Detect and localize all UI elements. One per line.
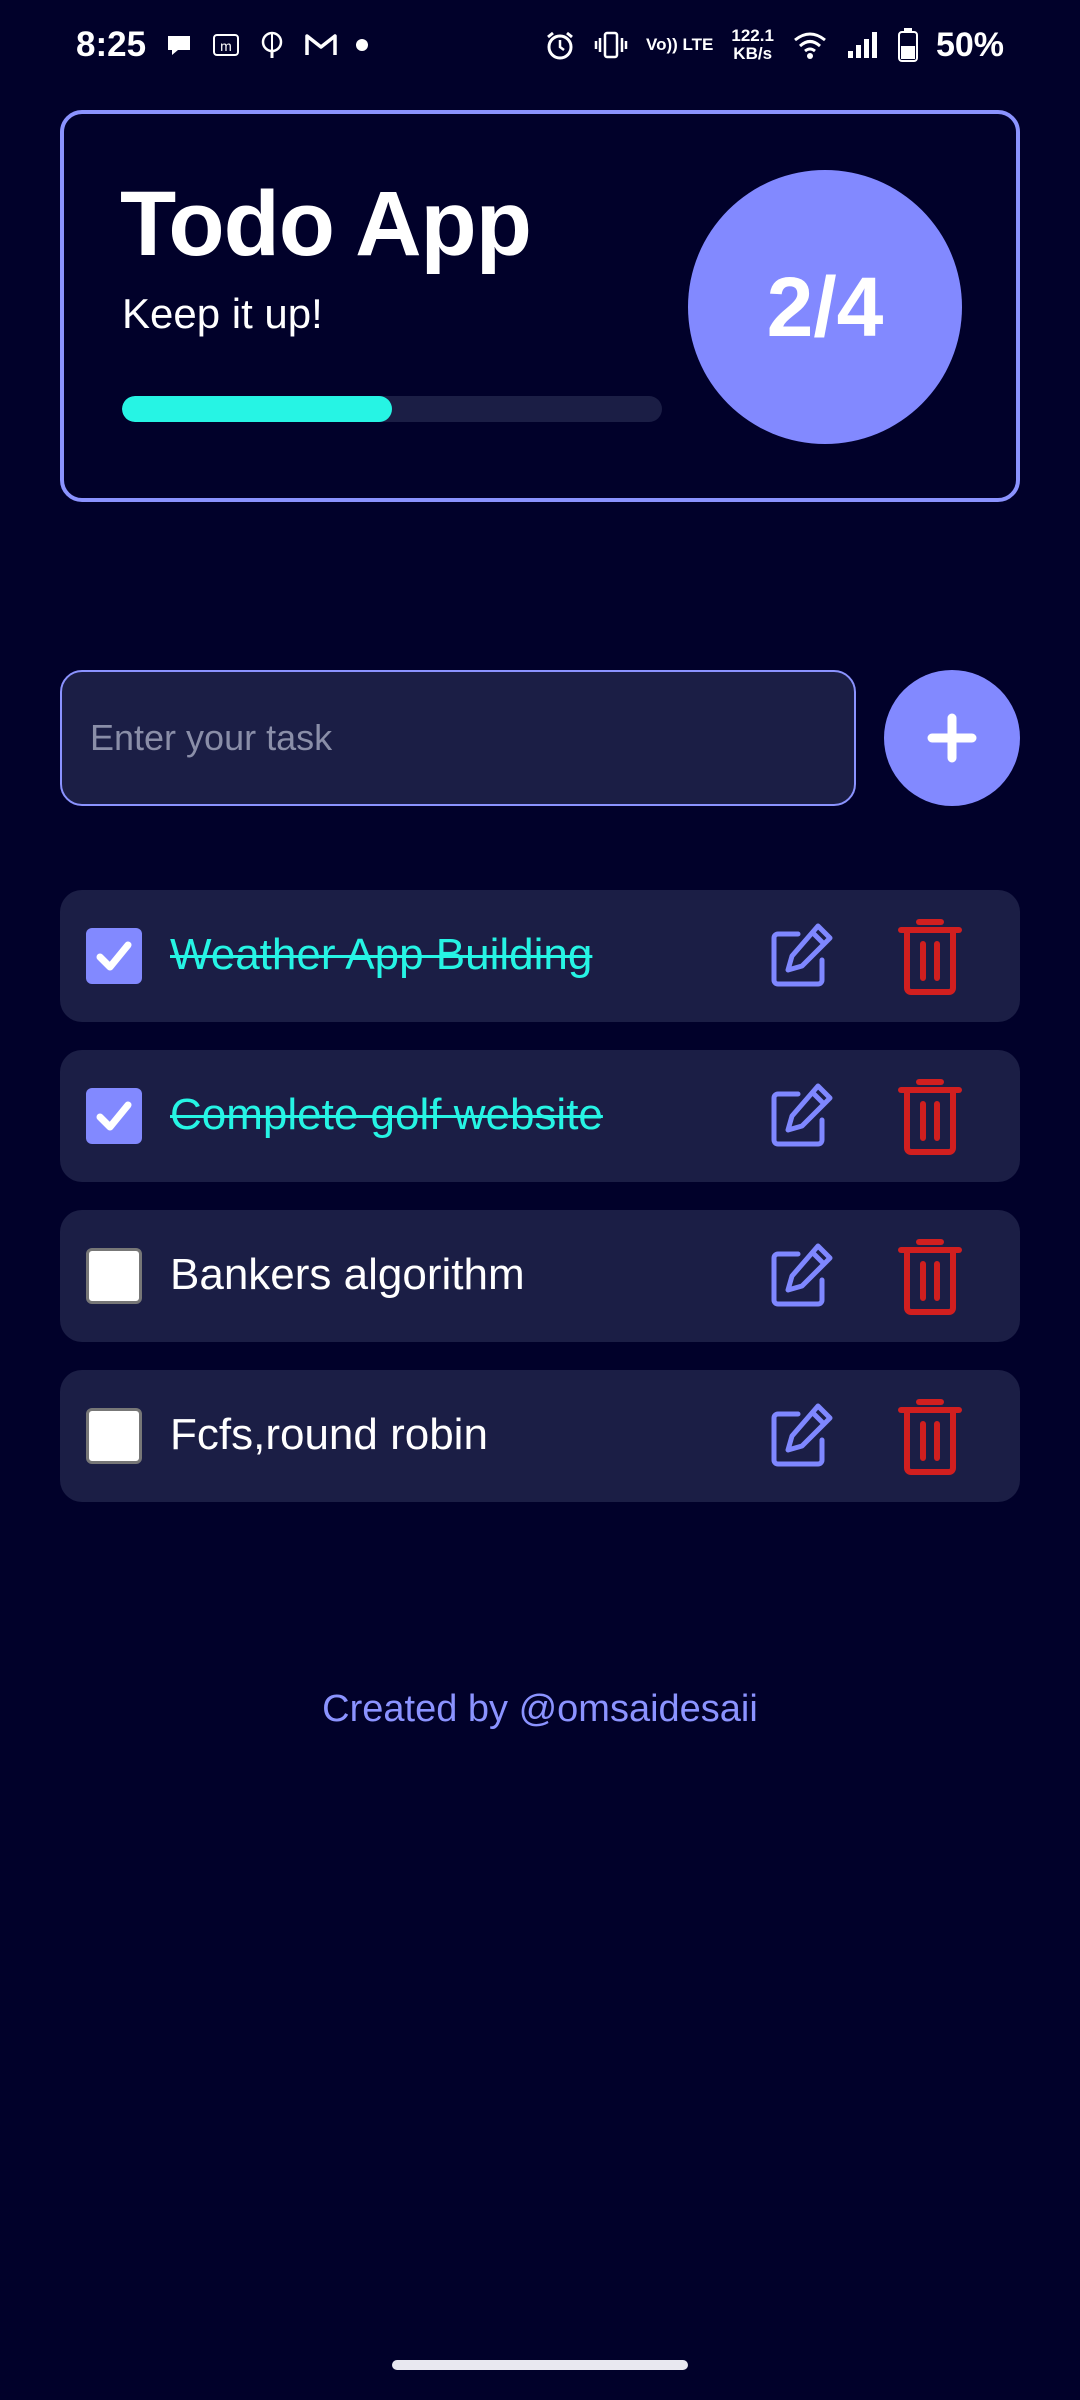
speed-unit: KB/s: [733, 44, 773, 63]
status-bar-right: Vo)) LTE 122.1 KB/s 50%: [544, 26, 1004, 65]
svg-text:m: m: [220, 38, 232, 54]
task-checkbox[interactable]: [86, 1248, 142, 1304]
edit-task-button[interactable]: [760, 1076, 840, 1156]
notification-dot-icon: [356, 39, 369, 51]
edit-icon: [771, 1243, 833, 1307]
chat-bubble-icon: [164, 30, 194, 60]
battery-percent: 50%: [935, 25, 1004, 64]
speed-value: 122.1: [731, 26, 774, 45]
app-title: Todo App: [120, 173, 532, 275]
battery-icon: [897, 28, 918, 62]
plus-icon: [927, 713, 977, 763]
task-text: Fcfs,round robin: [170, 1410, 488, 1459]
task-text: Weather App Building: [170, 930, 593, 979]
delete-task-button[interactable]: [894, 1392, 966, 1480]
progress-bar-fill: [122, 396, 392, 422]
add-task-button[interactable]: [884, 670, 1020, 806]
checkmark-icon: [96, 1101, 132, 1131]
vibrate-icon: [594, 30, 628, 60]
task-checkbox[interactable]: [86, 1088, 142, 1144]
edit-task-button[interactable]: [760, 1236, 840, 1316]
task-item-2: Complete golf website: [60, 1050, 1020, 1182]
footer-credit: Created by @omsaidesaii: [322, 1688, 758, 1730]
trash-icon: [898, 1239, 962, 1315]
task-checkbox[interactable]: [86, 1408, 142, 1464]
status-time: 8:25: [76, 25, 147, 64]
trash-icon: [898, 919, 962, 995]
volte-icon: Vo)) LTE: [646, 36, 713, 54]
network-speed: 122.1 KB/s: [731, 27, 774, 63]
status-bar-left: 8:25 m: [76, 25, 369, 65]
todo-screen: 8:25 m Vo)) LTE 122.1 KB/s 50% Todo App …: [0, 0, 1080, 2400]
volte-label: Vo)) LTE: [646, 35, 714, 54]
trash-icon: [898, 1399, 962, 1475]
alarm-icon: [544, 29, 576, 61]
status-bar: 8:25 m Vo)) LTE 122.1 KB/s 50%: [0, 0, 1080, 90]
task-text: Bankers algorithm: [170, 1250, 525, 1299]
trash-icon: [898, 1079, 962, 1155]
task-item-4: Fcfs,round robin: [60, 1370, 1020, 1502]
m-app-icon: m: [212, 31, 240, 59]
edit-task-button[interactable]: [760, 916, 840, 996]
delete-task-button[interactable]: [894, 1232, 966, 1320]
gmail-icon: [304, 32, 338, 58]
edit-task-button[interactable]: [760, 1396, 840, 1476]
checkmark-icon: [96, 941, 132, 971]
task-item-3: Bankers algorithm: [60, 1210, 1020, 1342]
signal-icon: [846, 30, 880, 60]
wifi-icon: [792, 30, 828, 60]
edit-icon: [771, 1083, 833, 1147]
edit-icon: [771, 923, 833, 987]
delete-task-button[interactable]: [894, 912, 966, 1000]
progress-bar: [122, 396, 662, 422]
task-text: Complete golf website: [170, 1090, 603, 1139]
app-subtitle: Keep it up!: [122, 290, 323, 337]
task-checkbox[interactable]: [86, 928, 142, 984]
progress-card: Todo App Keep it up! 2/4: [60, 110, 1020, 502]
task-item-1: Weather App Building: [60, 890, 1020, 1022]
task-input[interactable]: [60, 670, 856, 806]
task-list: Weather App Building Complete golf websi…: [60, 890, 1020, 1530]
edit-icon: [771, 1403, 833, 1467]
completion-counter: 2/4: [688, 170, 962, 444]
delete-task-button[interactable]: [894, 1072, 966, 1160]
home-indicator[interactable]: [392, 2360, 688, 2370]
brain-icon: [258, 30, 286, 60]
